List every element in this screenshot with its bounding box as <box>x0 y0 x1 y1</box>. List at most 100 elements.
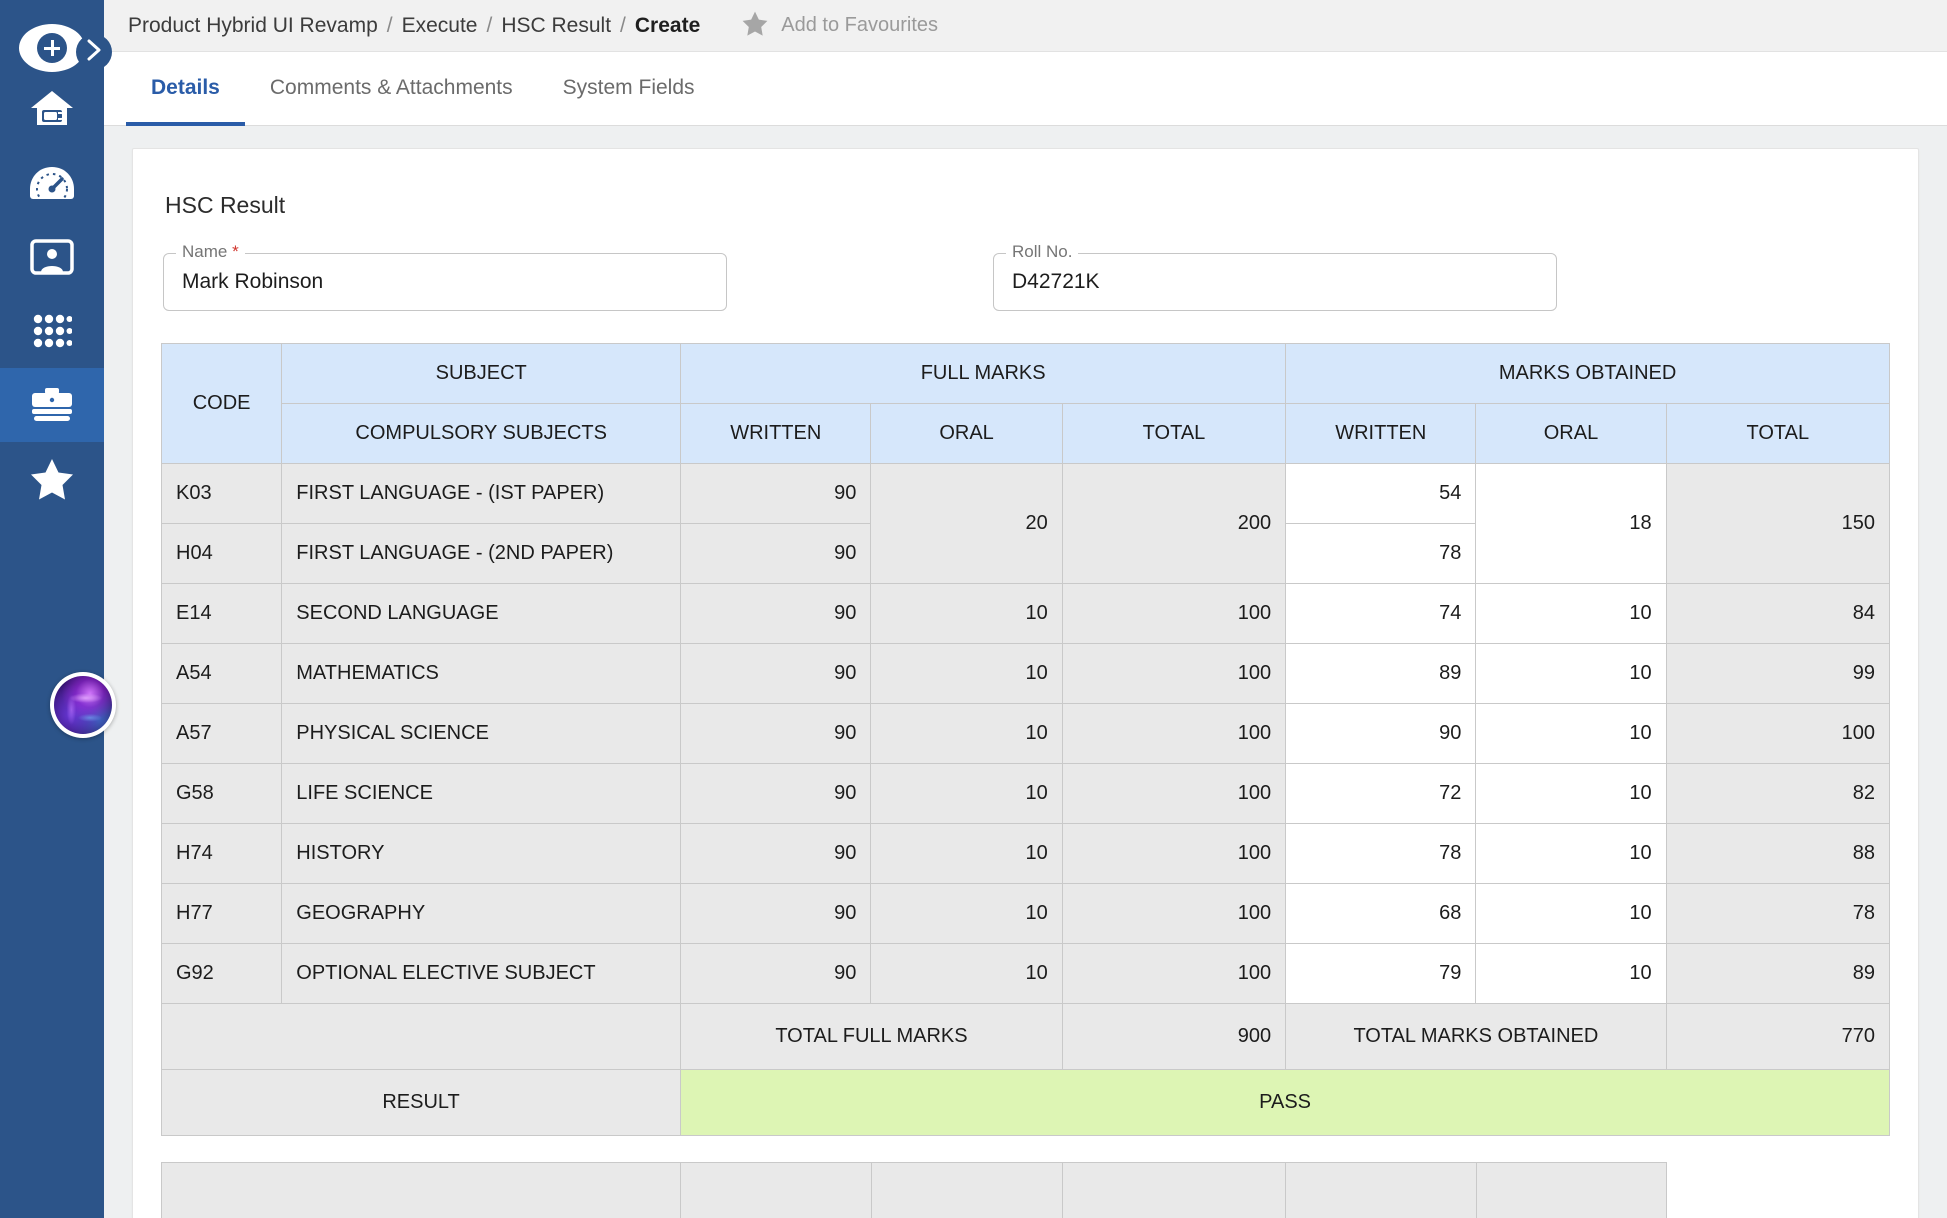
tab-comments-attachments[interactable]: Comments & Attachments <box>245 53 538 126</box>
cell-mo-oral-input[interactable]: 10 <box>1475 883 1667 944</box>
cell-empty <box>1062 1162 1287 1218</box>
sidebar-item-apps[interactable] <box>0 294 104 368</box>
cell-empty <box>870 1162 1064 1218</box>
cell-empty <box>680 1162 872 1218</box>
cell-mo-written-input[interactable]: 78 <box>1285 823 1477 884</box>
sidebar-item-dashboard[interactable] <box>0 146 104 220</box>
secondary-table-preview <box>160 1162 1891 1218</box>
cell-mo-oral-input[interactable]: 10 <box>1475 583 1667 644</box>
cell-mo-oral-input[interactable]: 10 <box>1475 703 1667 764</box>
sidebar-expand-button[interactable] <box>76 34 112 70</box>
grid-apps-icon <box>32 314 72 348</box>
cell-subject: SECOND LANGUAGE <box>281 583 682 644</box>
cell-subject: PHYSICAL SCIENCE <box>281 703 682 764</box>
star-icon <box>30 458 74 500</box>
sidebar-item-workspace[interactable] <box>0 368 104 442</box>
label-total-marks-obtained: TOTAL MARKS OBTAINED <box>1285 1003 1667 1070</box>
cell-fm-oral: 10 <box>870 763 1063 824</box>
cell-fm-written: 90 <box>680 583 872 644</box>
cell-fm-oral: 10 <box>870 583 1063 644</box>
cell-fm-total: 100 <box>1061 643 1287 704</box>
cell-mo-written-input[interactable]: 79 <box>1285 943 1477 1004</box>
page-title: HSC Result <box>165 192 286 218</box>
cell-empty <box>1475 1162 1668 1218</box>
marks-table-body: K03 FIRST LANGUAGE - (IST PAPER) 90 20 2… <box>160 463 1891 1136</box>
star-icon <box>742 11 768 41</box>
cell-fm-total: 100 <box>1061 583 1287 644</box>
label-total-full-marks: TOTAL FULL MARKS <box>680 1003 1063 1070</box>
cell-mo-oral-input[interactable]: 10 <box>1475 763 1667 824</box>
header-code: CODE <box>160 343 283 464</box>
tab-system-fields[interactable]: System Fields <box>538 53 720 126</box>
header-fm-oral: ORAL <box>870 403 1063 464</box>
breadcrumb-item-1[interactable]: Execute <box>402 14 478 38</box>
dashboard-gauge-icon <box>29 165 75 201</box>
cell-fm-total: 100 <box>1061 943 1287 1004</box>
table-sub-header-row: COMPULSORY SUBJECTS WRITTEN ORAL TOTAL W… <box>162 403 1891 464</box>
tab-details[interactable]: Details <box>126 53 245 126</box>
cell-mo-written-input[interactable]: 90 <box>1285 703 1477 764</box>
sidebar-item-home[interactable] <box>0 72 104 146</box>
cell-code: A57 <box>160 703 283 764</box>
cell-code: H04 <box>160 523 283 584</box>
header-fm-total: TOTAL <box>1061 403 1287 464</box>
cell-mo-total: 78 <box>1665 883 1891 944</box>
cell-fm-total: 100 <box>1061 763 1287 824</box>
sidebar-item-favourites[interactable] <box>0 442 104 516</box>
cell-mo-written-input[interactable]: 54 <box>1285 463 1477 524</box>
breadcrumb-item-2[interactable]: HSC Result <box>501 14 611 38</box>
cell-empty <box>1285 1162 1477 1218</box>
left-sidebar <box>0 0 116 1218</box>
table-row: H74 HISTORY 90 10 100 78 10 88 <box>160 823 1891 884</box>
header-mo-written: WRITTEN <box>1285 403 1477 464</box>
value-total-full-marks: 900 <box>1061 1003 1287 1070</box>
header-subject: SUBJECT <box>281 343 682 404</box>
cell-code: G58 <box>160 763 283 824</box>
table-row <box>160 1162 1891 1218</box>
cell-mo-written-input[interactable]: 74 <box>1285 583 1477 644</box>
cell-fm-total: 100 <box>1061 703 1287 764</box>
cell-empty <box>160 1162 682 1218</box>
cell-subject: LIFE SCIENCE <box>281 763 682 824</box>
cell-mo-total: 89 <box>1665 943 1891 1004</box>
table-row: H77 GEOGRAPHY 90 10 100 68 10 78 <box>160 883 1891 944</box>
cell-subject: GEOGRAPHY <box>281 883 682 944</box>
name-input[interactable]: Mark Robinson <box>163 253 727 311</box>
cell-mo-total: 99 <box>1665 643 1891 704</box>
add-new-button[interactable] <box>19 24 85 72</box>
cell-mo-written-input[interactable]: 68 <box>1285 883 1477 944</box>
add-to-favourites-label: Add to Favourites <box>781 14 939 36</box>
tab-bar: Details Comments & Attachments System Fi… <box>104 52 1947 126</box>
home-icon <box>30 89 74 129</box>
briefcase-icon <box>30 387 74 423</box>
cell-mo-oral-input[interactable]: 10 <box>1475 643 1667 704</box>
cell-mo-oral-input[interactable]: 10 <box>1475 943 1667 1004</box>
cell-mo-oral-input[interactable]: 10 <box>1475 823 1667 884</box>
add-to-favourites-button[interactable]: Add to Favourites <box>742 11 938 41</box>
header-compulsory-subjects: COMPULSORY SUBJECTS <box>281 403 682 464</box>
table-row: K03 FIRST LANGUAGE - (IST PAPER) 90 20 2… <box>160 463 1891 584</box>
content-scroll-area[interactable]: HSC Result Name * Mark Robinson Roll No.… <box>104 126 1947 1218</box>
cell-mo-written-input[interactable]: 89 <box>1285 643 1477 704</box>
sidebar-item-monitor[interactable] <box>0 220 104 294</box>
chevron-right-icon <box>86 39 102 66</box>
table-row: G58 LIFE SCIENCE 90 10 100 72 10 82 <box>160 763 1891 824</box>
name-field-wrapper: Name * Mark Robinson <box>163 242 727 311</box>
cell-code: H77 <box>160 883 283 944</box>
cell-totals-empty <box>160 1003 682 1070</box>
header-marks-obtained: MARKS OBTAINED <box>1285 343 1890 404</box>
cell-fm-total: 100 <box>1061 883 1287 944</box>
cell-subject: FIRST LANGUAGE - (IST PAPER) <box>281 463 682 524</box>
cell-mo-oral-input[interactable]: 18 <box>1475 463 1667 584</box>
avatar-image <box>54 676 112 734</box>
cell-mo-written-input[interactable]: 72 <box>1285 763 1477 824</box>
avatar[interactable] <box>50 672 116 738</box>
table-group-header-row: CODE SUBJECT FULL MARKS MARKS OBTAINED <box>160 343 1890 464</box>
form-card: HSC Result Name * Mark Robinson Roll No.… <box>132 148 1919 1218</box>
breadcrumb-item-0[interactable]: Product Hybrid UI Revamp <box>128 14 378 38</box>
breadcrumb-separator: / <box>386 13 393 37</box>
main-area: Product Hybrid UI Revamp / Execute / HSC… <box>104 0 1947 1218</box>
cell-mo-written-input[interactable]: 78 <box>1285 523 1477 584</box>
plus-circle-icon <box>37 33 67 63</box>
cell-subject: MATHEMATICS <box>281 643 682 704</box>
